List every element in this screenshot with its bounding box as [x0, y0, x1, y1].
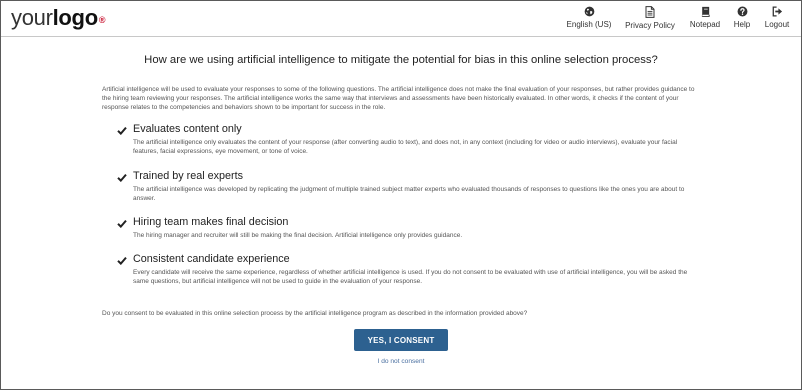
intro-paragraph: Artificial intelligence will be used to … — [102, 86, 695, 111]
feature-description: The artificial intelligence was develope… — [133, 186, 685, 202]
help-icon — [737, 6, 747, 17]
checkmark-icon — [117, 173, 127, 182]
globe-icon — [584, 6, 594, 17]
feature-title: Evaluates content only — [133, 123, 242, 135]
nav-help-label: Help — [733, 20, 751, 29]
nav-privacy-label: Privacy Policy — [625, 21, 675, 30]
checkmark-icon — [117, 256, 127, 265]
top-header: yourlogo® English (US) Privacy Policy No… — [1, 1, 801, 37]
nav-language-label: English (US) — [566, 20, 612, 29]
nav-help[interactable]: Help — [730, 6, 754, 29]
registered-mark: ® — [98, 15, 106, 25]
nav-notepad[interactable]: Notepad — [685, 6, 725, 29]
feature-title: Trained by real experts — [133, 170, 244, 182]
nav-notepad-label: Notepad — [689, 20, 721, 29]
logout-icon — [772, 6, 782, 17]
decline-consent-link[interactable]: I do not consent — [354, 358, 448, 365]
checkmark-icon — [117, 219, 127, 228]
page-title: How are we using artificial intelligence… — [144, 54, 658, 66]
nav-privacy-policy[interactable]: Privacy Policy — [621, 6, 679, 30]
logo-text-logo: logo — [52, 5, 99, 30]
brand-logo[interactable]: yourlogo® — [11, 5, 106, 31]
feature-description: Every candidate will receive the same ex… — [133, 269, 688, 285]
logo-text-your: your — [11, 5, 53, 30]
consent-button[interactable]: YES, I CONSENT — [354, 329, 448, 351]
document-icon — [645, 6, 655, 18]
consent-question: Do you consent to be evaluated in this o… — [102, 310, 528, 317]
feature-description: The hiring manager and recruiter will st… — [133, 232, 463, 239]
feature-title: Hiring team makes final decision — [133, 216, 289, 228]
nav-logout[interactable]: Logout — [760, 6, 794, 29]
notebook-icon — [701, 6, 710, 17]
feature-description: The artificial intelligence only evaluat… — [133, 139, 678, 155]
checkmark-icon — [117, 126, 127, 135]
nav-logout-label: Logout — [764, 20, 790, 29]
feature-title: Consistent candidate experience — [133, 253, 290, 265]
nav-language[interactable]: English (US) — [564, 6, 614, 29]
